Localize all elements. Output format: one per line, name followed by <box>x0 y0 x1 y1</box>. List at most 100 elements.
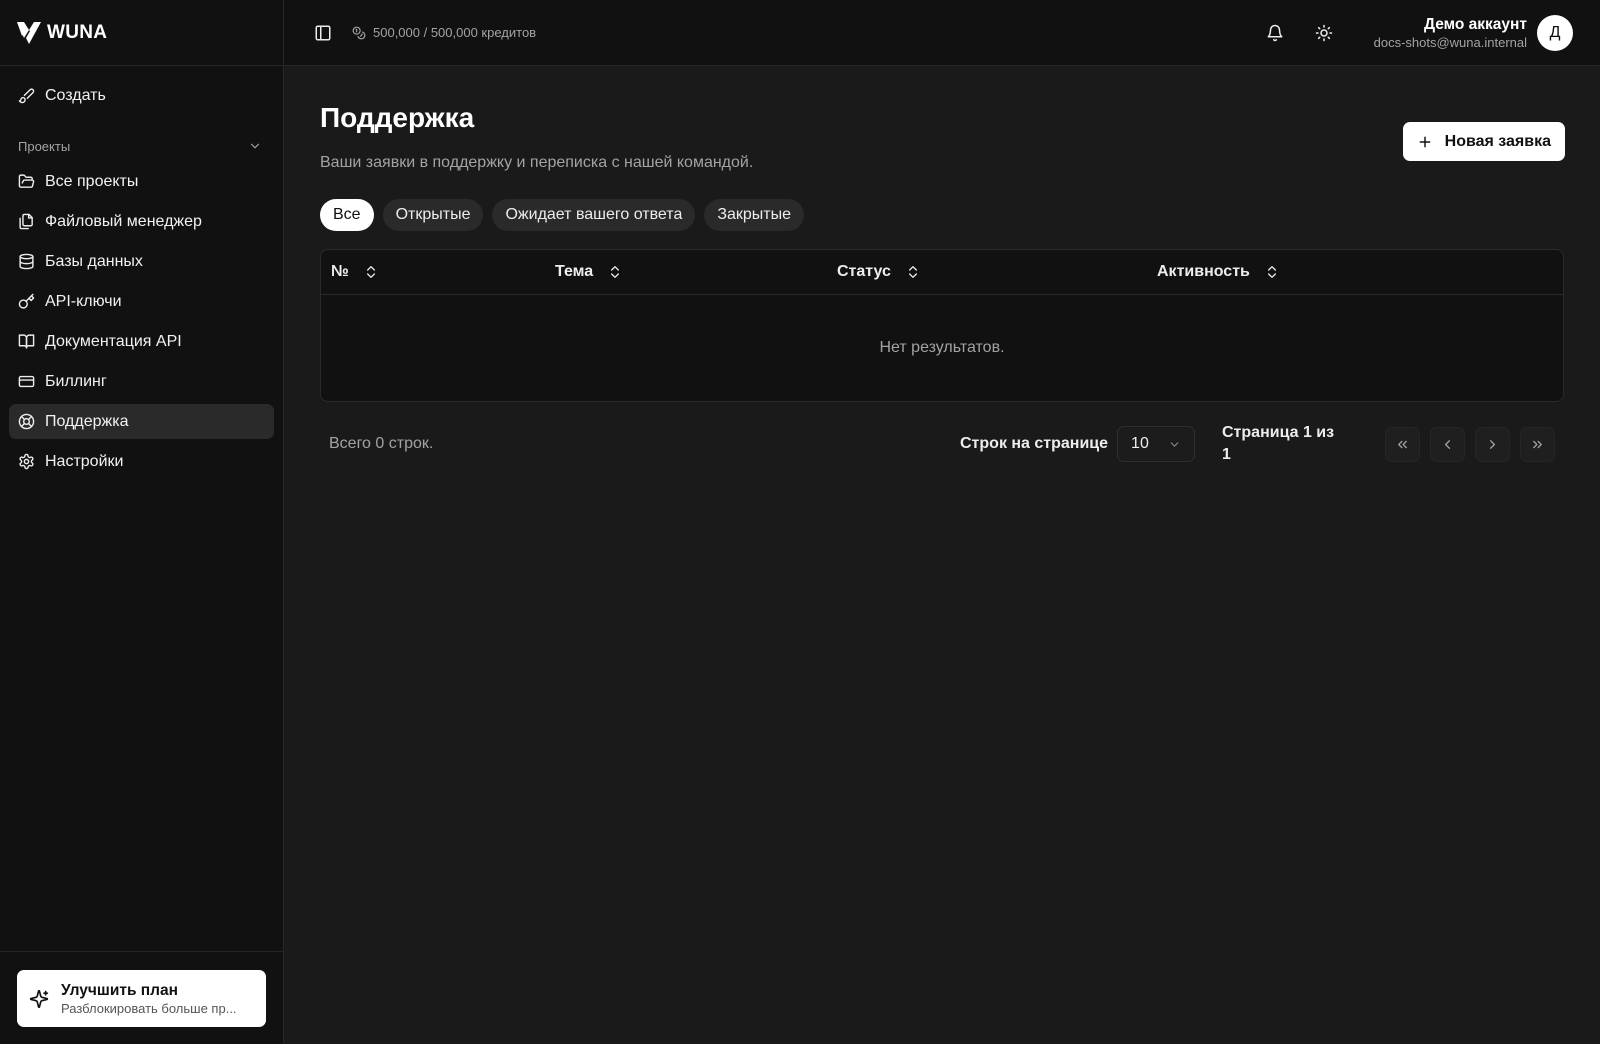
upgrade-title: Улучшить план <box>61 981 178 999</box>
total-rows: Всего 0 строк. <box>329 435 434 452</box>
sidebar-item-label: Биллинг <box>45 372 107 390</box>
status-filter-tabs: Все Открытые Ожидает вашего ответа Закры… <box>320 199 1564 231</box>
sidebar-item-label: Настройки <box>45 452 124 470</box>
column-header-activity[interactable]: Активность <box>1157 263 1280 281</box>
brand-name: WUNA <box>47 21 108 43</box>
tab-open[interactable]: Открытые <box>382 199 484 231</box>
sidebar-item-api-docs[interactable]: Документация API <box>9 324 274 359</box>
rows-per-page-label: Строк на странице <box>960 435 1109 452</box>
first-page-button[interactable] <box>1385 426 1420 462</box>
folder-open-icon <box>18 174 35 188</box>
page-description: Ваши заявки в поддержку и переписка с на… <box>320 154 754 171</box>
pagination: Всего 0 строк. Строк на странице 10 Стра… <box>320 424 1564 464</box>
gear-icon <box>19 453 34 470</box>
column-header-number[interactable]: № <box>331 263 379 281</box>
topbar-left: 500,000 / 500,000 кредитов <box>314 24 1264 42</box>
topbar: 500,000 / 500,000 кредитов Демо аккаунт … <box>284 0 1600 66</box>
key-icon <box>18 293 35 309</box>
column-header-status[interactable]: Статус <box>837 263 921 281</box>
account-email: docs-shots@wuna.internal <box>1373 34 1527 50</box>
upgrade-plan-button[interactable]: Улучшить план Разблокировать больше пр..… <box>17 970 266 1027</box>
chevrons-left-icon <box>1398 440 1407 448</box>
chevron-down-icon <box>250 143 260 149</box>
section-label: Проекты <box>18 138 71 154</box>
page-title: Поддержка <box>320 102 475 133</box>
sidebar-item-api-keys[interactable]: API-ключи <box>9 284 274 319</box>
sidebar-item-settings[interactable]: Настройки <box>9 444 274 479</box>
column-label: Статус <box>837 263 891 280</box>
app-root: WUNA Создать Проекты Все проекты Файловы… <box>0 0 1600 1044</box>
wuna-logo-icon <box>17 21 41 44</box>
chevrons-up-down-icon <box>908 266 917 278</box>
chevron-down-icon <box>1170 441 1179 447</box>
chevron-left-icon <box>1445 439 1450 449</box>
chevrons-up-down-icon <box>366 266 375 278</box>
coins-icon <box>352 26 366 39</box>
files-icon <box>19 213 33 230</box>
database-icon <box>19 253 34 270</box>
plus-icon <box>1419 136 1431 147</box>
account-info[interactable]: Демо аккаунт docs-shots@wuna.internal <box>1374 15 1527 51</box>
main: 500,000 / 500,000 кредитов Демо аккаунт … <box>284 0 1600 1044</box>
sparkles-icon <box>29 989 49 1008</box>
sidebar-item-label: Базы данных <box>45 252 143 270</box>
last-page-button[interactable] <box>1520 426 1555 462</box>
rows-per-page-value: 10 <box>1131 435 1149 452</box>
next-page-button[interactable] <box>1475 426 1510 462</box>
credits-text: 500,000 / 500,000 кредитов <box>373 25 537 40</box>
previous-page-button[interactable] <box>1430 426 1465 462</box>
bell-icon <box>1267 24 1283 41</box>
rows-per-page: Строк на странице 10 <box>960 426 1196 462</box>
column-label: Активность <box>1157 263 1250 280</box>
book-open-icon <box>18 334 35 349</box>
chevrons-up-down-icon <box>611 266 620 278</box>
life-buoy-icon <box>18 413 35 430</box>
sidebar-item-label: Все проекты <box>45 172 139 190</box>
sidebar-item-label: Документация API <box>45 332 182 350</box>
sun-icon <box>1315 24 1332 41</box>
column-label: Тема <box>555 263 594 280</box>
avatar[interactable]: Д <box>1537 14 1573 51</box>
notifications-button[interactable] <box>1264 22 1286 44</box>
upgrade-text: Улучшить план Разблокировать больше пр..… <box>61 981 253 1017</box>
sidebar-nav: Создать Проекты Все проекты Файловый мен… <box>0 66 283 951</box>
sidebar: WUNA Создать Проекты Все проекты Файловы… <box>0 0 284 1044</box>
pager-buttons <box>1385 426 1555 462</box>
new-ticket-button[interactable]: Новая заявка <box>1402 122 1565 161</box>
support-page: Поддержка Ваши заявки в поддержку и пере… <box>284 66 1600 464</box>
tab-awaiting-reply[interactable]: Ожидает вашего ответа <box>492 199 696 231</box>
sidebar-item-label: Файловый менеджер <box>45 212 202 230</box>
rows-per-page-select[interactable]: 10 <box>1117 426 1196 462</box>
panel-left-icon <box>315 25 331 40</box>
sidebar-item-label: Создать <box>45 86 106 104</box>
upgrade-subtitle: Разблокировать больше пр... <box>61 1000 237 1016</box>
toggle-sidebar-button[interactable] <box>314 24 332 42</box>
projects-section-toggle[interactable]: Проекты <box>9 130 274 162</box>
chevrons-up-down-icon <box>1267 266 1276 278</box>
table-header: № Тема Статус Активность <box>321 250 1563 295</box>
sidebar-item-databases[interactable]: Базы данных <box>9 244 274 279</box>
credit-card-icon <box>18 375 35 388</box>
theme-toggle-button[interactable] <box>1313 22 1335 44</box>
column-label: № <box>331 263 349 280</box>
topbar-right: Демо аккаунт docs-shots@wuna.internal Д <box>1264 14 1573 51</box>
sidebar-item-create[interactable]: Создать <box>9 78 274 113</box>
logo[interactable]: WUNA <box>0 0 283 66</box>
sidebar-item-all-projects[interactable]: Все проекты <box>9 164 274 199</box>
sidebar-item-file-manager[interactable]: Файловый менеджер <box>9 204 274 239</box>
new-ticket-label: Новая заявка <box>1444 132 1551 150</box>
sidebar-item-label: API-ключи <box>45 292 122 310</box>
credits-indicator: 500,000 / 500,000 кредитов <box>352 25 536 40</box>
page-info: Страница 1 из 1 <box>1222 424 1335 463</box>
account-name: Демо аккаунт <box>1423 15 1527 33</box>
sidebar-footer: Улучшить план Разблокировать больше пр..… <box>0 951 283 1044</box>
sidebar-item-support[interactable]: Поддержка <box>9 404 274 439</box>
column-header-subject[interactable]: Тема <box>555 263 623 281</box>
sidebar-item-billing[interactable]: Биллинг <box>9 364 274 399</box>
tab-closed[interactable]: Закрытые <box>704 199 805 231</box>
tickets-table: № Тема Статус Активность Нет результатов… <box>320 249 1564 402</box>
sidebar-item-label: Поддержка <box>45 412 129 430</box>
chevron-right-icon <box>1490 439 1495 449</box>
empty-state: Нет результатов. <box>879 339 1005 356</box>
tab-all[interactable]: Все <box>320 199 374 231</box>
